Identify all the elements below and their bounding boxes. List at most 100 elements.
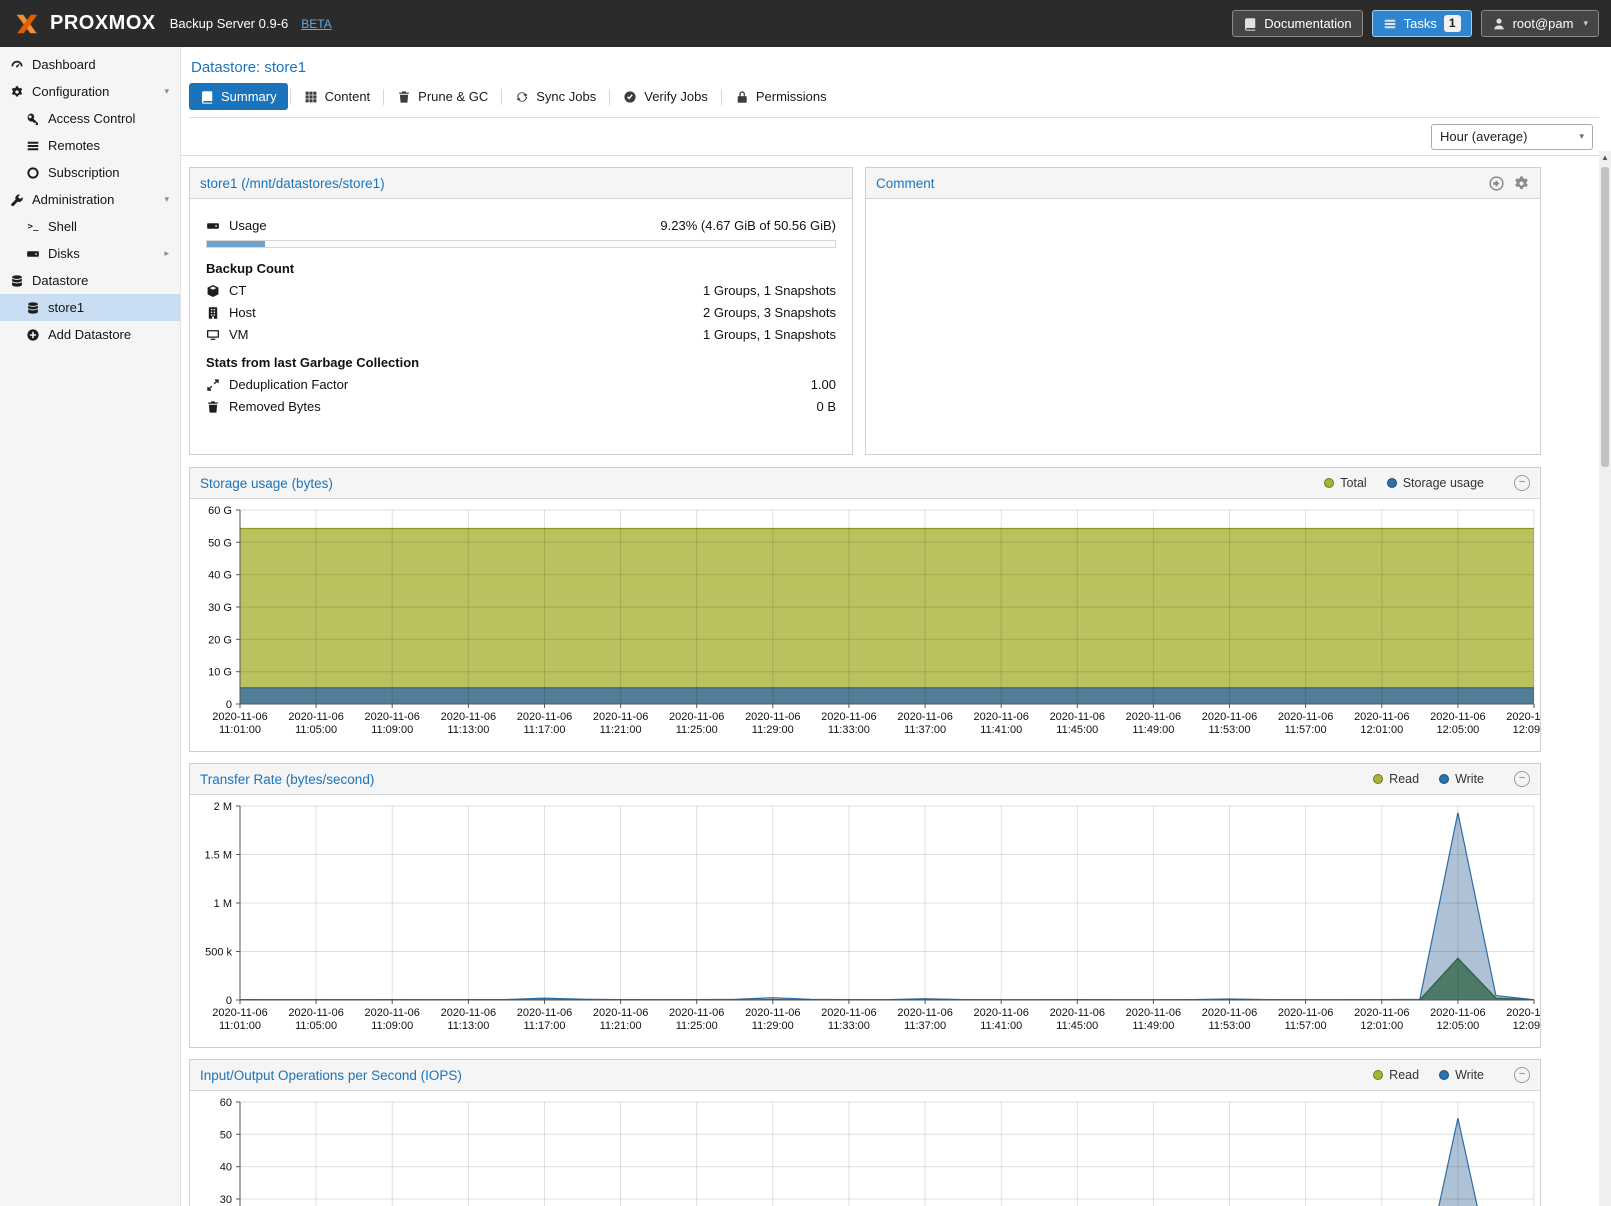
book-icon: [1243, 17, 1257, 31]
legend-label: Write: [1455, 772, 1484, 786]
svg-text:11:53:00: 11:53:00: [1208, 724, 1250, 736]
chart-legend: Total Storage usage −: [1324, 475, 1530, 491]
sidebar-item-subscription[interactable]: Subscription: [0, 159, 180, 186]
scrollbar-up-arrow-icon[interactable]: ▲: [1599, 151, 1611, 165]
collapse-chart-icon[interactable]: −: [1514, 1067, 1530, 1083]
trash-icon: [397, 90, 411, 104]
documentation-label: Documentation: [1264, 16, 1351, 31]
store-summary-panel-header: store1 (/mnt/datastores/store1): [190, 168, 852, 199]
legend-item-storage-usage[interactable]: Storage usage: [1387, 476, 1484, 490]
documentation-button[interactable]: Documentation: [1232, 10, 1362, 37]
removed-bytes-value: 0 B: [816, 399, 836, 414]
svg-text:2020-11-06: 2020-11-06: [288, 711, 343, 723]
sidebar-item-administration[interactable]: Administration ▾: [0, 186, 180, 213]
legend-item-read[interactable]: Read: [1373, 772, 1419, 786]
scrollbar-thumb[interactable]: [1601, 167, 1609, 467]
svg-text:2020-11-06: 2020-11-06: [1278, 711, 1333, 723]
svg-text:11:05:00: 11:05:00: [295, 1020, 337, 1032]
svg-text:11:01:00: 11:01:00: [219, 1020, 261, 1032]
sidebar-item-disks[interactable]: Disks ▸: [0, 240, 180, 267]
legend-item-write[interactable]: Write: [1439, 1068, 1484, 1082]
proxmox-logo-icon: [12, 11, 42, 37]
sidebar-item-configuration[interactable]: Configuration ▾: [0, 78, 180, 105]
sync-icon: [515, 90, 529, 104]
svg-text:12:09:00: 12:09:00: [1513, 724, 1540, 736]
legend-item-write[interactable]: Write: [1439, 772, 1484, 786]
store-summary-panel: store1 (/mnt/datastores/store1) Usage 9.…: [189, 167, 853, 455]
svg-text:2020-11-06: 2020-11-06: [897, 1007, 952, 1019]
sidebar-item-remotes[interactable]: Remotes: [0, 132, 180, 159]
tab-sync-jobs[interactable]: Sync Jobs: [504, 83, 607, 110]
building-icon: [206, 306, 220, 320]
legend-item-total[interactable]: Total: [1324, 476, 1366, 490]
svg-text:11:29:00: 11:29:00: [752, 724, 794, 736]
svg-text:11:53:00: 11:53:00: [1208, 1020, 1250, 1032]
tab-label: Permissions: [756, 89, 827, 104]
dedup-factor-value: 1.00: [811, 377, 836, 392]
tasks-button[interactable]: Tasks 1: [1372, 10, 1472, 37]
sidebar-item-store1[interactable]: store1: [0, 294, 180, 321]
sidebar-item-dashboard[interactable]: Dashboard: [0, 51, 180, 78]
ct-count-row: CT 1 Groups, 1 Snapshots: [206, 283, 836, 298]
svg-text:2020-11-06: 2020-11-06: [745, 1007, 800, 1019]
svg-text:2020-11-06: 2020-11-06: [288, 1007, 343, 1019]
removed-bytes-row: Removed Bytes 0 B: [206, 399, 836, 414]
sidebar-item-datastore[interactable]: Datastore: [0, 267, 180, 294]
svg-text:10 G: 10 G: [208, 667, 232, 679]
vertical-scrollbar[interactable]: ▲: [1599, 151, 1611, 1206]
panels-area: store1 (/mnt/datastores/store1) Usage 9.…: [181, 156, 1611, 1206]
collapse-chart-icon[interactable]: −: [1514, 771, 1530, 787]
user-menu-button[interactable]: root@pam ▾: [1481, 10, 1599, 37]
svg-text:60 G: 60 G: [208, 505, 232, 517]
timeframe-value: Hour (average): [1440, 129, 1527, 144]
legend-label: Read: [1389, 1068, 1419, 1082]
storage-usage-chart-header: Storage usage (bytes) Total Storage usag…: [190, 468, 1540, 499]
subscription-icon: [26, 166, 40, 180]
chevron-down-icon[interactable]: ▾: [164, 194, 174, 205]
beta-link[interactable]: BETA: [301, 17, 331, 31]
tab-permissions[interactable]: Permissions: [724, 83, 838, 110]
svg-text:500 k: 500 k: [205, 947, 232, 959]
collapse-chart-icon[interactable]: −: [1514, 475, 1530, 491]
svg-text:11:25:00: 11:25:00: [676, 1020, 718, 1032]
svg-text:2020-11-06: 2020-11-06: [1202, 711, 1257, 723]
sidebar-item-access-control[interactable]: Access Control: [0, 105, 180, 132]
svg-text:11:41:00: 11:41:00: [980, 724, 1022, 736]
svg-text:12:01:00: 12:01:00: [1360, 1020, 1403, 1032]
legend-item-read[interactable]: Read: [1373, 1068, 1419, 1082]
legend-dot: [1439, 1070, 1449, 1080]
product-version: Backup Server 0.9-6: [170, 16, 289, 31]
svg-text:2020-11-06: 2020-11-06: [1126, 711, 1181, 723]
timeframe-select[interactable]: Hour (average) ▾: [1431, 124, 1593, 150]
wrench-icon: [10, 193, 24, 207]
tab-summary[interactable]: Summary: [189, 83, 288, 110]
sidebar-item-label: Shell: [48, 219, 77, 234]
svg-text:2020-11-06: 2020-11-06: [441, 1007, 496, 1019]
chevron-down-icon[interactable]: ▾: [164, 86, 174, 97]
sidebar-item-add-datastore[interactable]: Add Datastore: [0, 321, 180, 348]
svg-text:2020-11-06: 2020-11-06: [593, 1007, 648, 1019]
sidebar-item-shell[interactable]: >_ Shell: [0, 213, 180, 240]
tab-prune-gc[interactable]: Prune & GC: [386, 83, 499, 110]
comment-panel-body[interactable]: [866, 199, 1540, 454]
dedup-factor-label: Deduplication Factor: [229, 377, 348, 392]
chevron-down-icon: ▾: [1579, 131, 1584, 142]
tab-content[interactable]: Content: [293, 83, 382, 110]
database-icon: [26, 301, 40, 315]
terminal-icon: >_: [26, 220, 40, 234]
chevron-down-icon: ▾: [1583, 18, 1588, 29]
comment-panel: Comment: [865, 167, 1541, 455]
svg-text:60: 60: [220, 1097, 232, 1109]
svg-text:30: 30: [220, 1194, 232, 1206]
tab-verify-jobs[interactable]: Verify Jobs: [612, 83, 719, 110]
gear-icon[interactable]: [1513, 175, 1530, 192]
chevron-right-icon[interactable]: ▸: [164, 248, 174, 259]
host-count-row: Host 2 Groups, 3 Snapshots: [206, 305, 836, 320]
legend-dot: [1324, 478, 1334, 488]
apply-arrow-icon[interactable]: [1488, 175, 1505, 192]
svg-text:2020-11-06: 2020-11-06: [669, 711, 724, 723]
hdd-icon: [26, 247, 40, 261]
svg-text:2020-11-06: 2020-11-06: [364, 711, 419, 723]
sidebar-item-label: Configuration: [32, 84, 109, 99]
tab-label: Prune & GC: [418, 89, 488, 104]
